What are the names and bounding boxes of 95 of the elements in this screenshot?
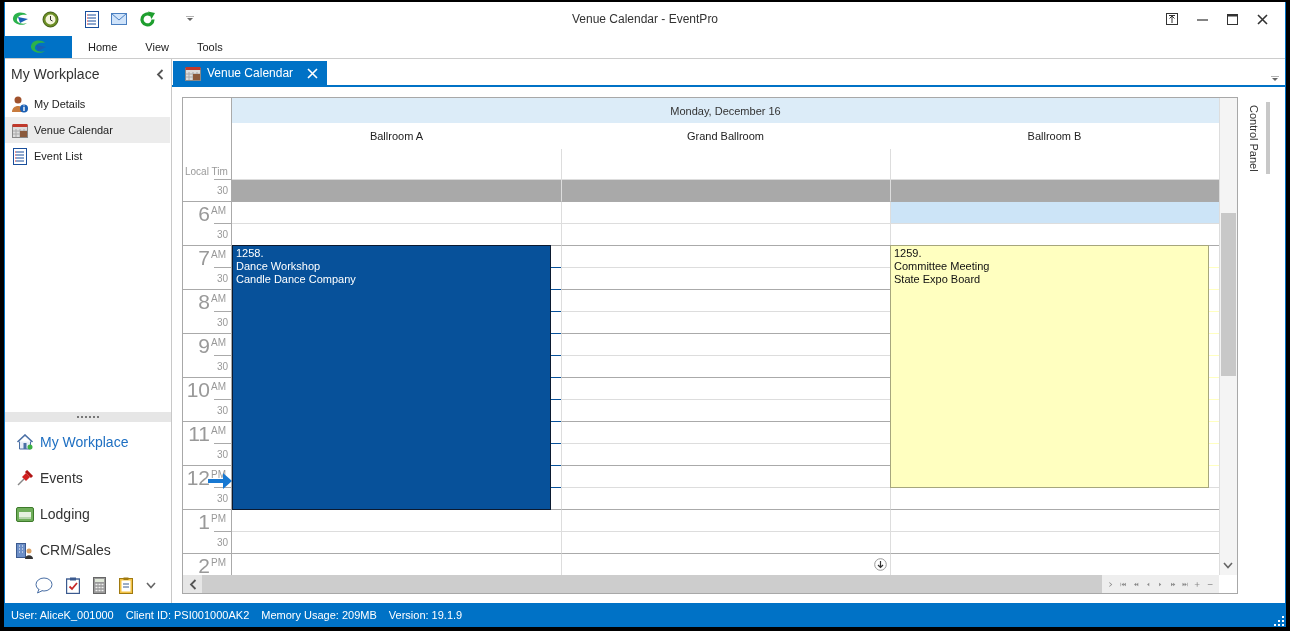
horizontal-scrollbar[interactable] [202,575,1102,593]
status-text: Memory Usage: 209MB [261,609,377,621]
building-person-icon [16,541,34,559]
event-title: Committee Meeting [894,260,990,273]
nav-item[interactable]: Lodging [5,496,171,532]
restore-window-icon[interactable] [1166,13,1178,25]
window-title: Venue Calendar - EventPro [571,12,719,26]
scrollbar-thumb[interactable] [1221,213,1236,376]
status-text: Version: 19.1.9 [388,609,463,621]
add-icon[interactable] [1194,579,1201,589]
tab-list-caret-icon[interactable] [1271,76,1279,82]
resource-header: Grand Ballroom [685,129,765,144]
half-hour-label: 30 [216,272,228,284]
collapse-icon[interactable] [156,68,164,80]
scroll-left-button[interactable] [183,575,202,593]
half-hour-label: 30 [216,316,228,328]
clipboard-check-icon[interactable] [66,577,80,594]
sidebar-item[interactable]: Venue Calendar [5,117,170,143]
scroll-left-icon[interactable] [188,578,197,590]
current-time-arrow-icon [207,470,233,492]
dropdown-caret-icon[interactable] [186,16,194,22]
maximize-icon[interactable] [1227,13,1238,25]
time-slot[interactable] [232,487,561,509]
person-info-icon [12,95,28,113]
meridiem-label: AM [211,381,226,392]
scroll-down-icon[interactable] [1223,562,1233,569]
hour-label: 6 [198,203,210,225]
hour-label: 8 [198,291,210,313]
clock-icon[interactable] [42,10,59,28]
half-hour-label: 30 [216,184,228,196]
hour-label: 7 [198,247,210,269]
half-hour-label: 30 [216,228,228,240]
bed-icon [16,506,34,522]
sidebar-item[interactable]: Event List [5,143,170,169]
hour-label: 2 [198,555,210,577]
pushpin-icon [16,470,34,486]
hour-label: 12 [186,467,210,489]
nav-item[interactable]: CRM/Sales [5,532,171,568]
speech-bubble-icon[interactable] [35,577,53,594]
meridiem-label: AM [211,205,226,216]
resource-header: Ballroom B [1026,129,1083,144]
event-block[interactable]: 1259. Committee Meeting State Expo Board [890,245,1209,488]
column-header: Local Tim [184,166,228,179]
panel-title: My Workplace [11,66,100,82]
half-hour-label: 30 [216,360,228,372]
meridiem-label: AM [211,249,226,260]
status-text: Client ID: PSI001000AK2 [125,609,250,621]
meridiem-label: AM [211,425,226,436]
sidebar-item[interactable]: My Details [5,91,170,117]
logo-icon[interactable] [12,12,30,26]
document-icon[interactable] [85,10,99,28]
event-client: State Expo Board [894,273,981,286]
ribbon-tab[interactable]: View [137,36,177,58]
resize-grip-icon[interactable] [1274,616,1284,626]
event-client: Candle Dance Company [236,273,356,286]
event-title: Dance Workshop [236,260,321,273]
event-number: 1259. [894,247,922,260]
app-menu-button[interactable] [5,36,72,58]
resource-header: Ballroom A [368,129,425,144]
more-events-icon[interactable] [874,558,887,571]
meridiem-label: AM [211,293,226,304]
mail-icon[interactable] [111,13,127,25]
hour-label: 11 [188,423,210,445]
nav-item[interactable]: My Workplace [5,424,171,460]
close-icon[interactable] [1257,13,1268,25]
half-hour-label: 30 [216,448,228,460]
house-icon [16,434,34,450]
event-block[interactable]: 1258. Dance Workshop Candle Dance Company [232,245,551,510]
meridiem-label: PM [211,557,226,568]
event-number: 1258. [236,247,264,260]
half-hour-label: 30 [216,492,228,504]
meridiem-label: AM [211,337,226,348]
half-hour-label: 30 [216,404,228,416]
nav-item[interactable]: Events [5,460,171,496]
status-text: User: AliceK_001000 [11,609,114,621]
control-panel-tab[interactable]: Control Panel [1248,105,1260,172]
refresh-icon[interactable] [139,10,156,28]
meridiem-label: PM [211,513,226,524]
hour-label: 10 [186,379,210,401]
calendar-icon [185,65,201,81]
ribbon-tab[interactable]: Tools [189,36,231,58]
calculator-icon[interactable] [93,577,106,594]
date-header: Monday, December 16 [232,98,1219,123]
ribbon-tab[interactable]: Home [80,36,126,58]
calendar-icon [12,122,28,138]
document-tab[interactable]: Venue Calendar [173,61,328,85]
half-hour-label: 30 [216,536,228,548]
list-document-icon [12,147,28,165]
vertical-scrollbar[interactable] [1219,98,1237,575]
scrollbar-thumb[interactable] [1266,102,1270,174]
hour-label: 1 [198,511,210,533]
hour-label: 9 [198,335,210,357]
scroll-right-icon[interactable] [1108,579,1115,589]
chevron-down-icon[interactable] [146,582,156,589]
notepad-icon[interactable] [119,577,133,594]
